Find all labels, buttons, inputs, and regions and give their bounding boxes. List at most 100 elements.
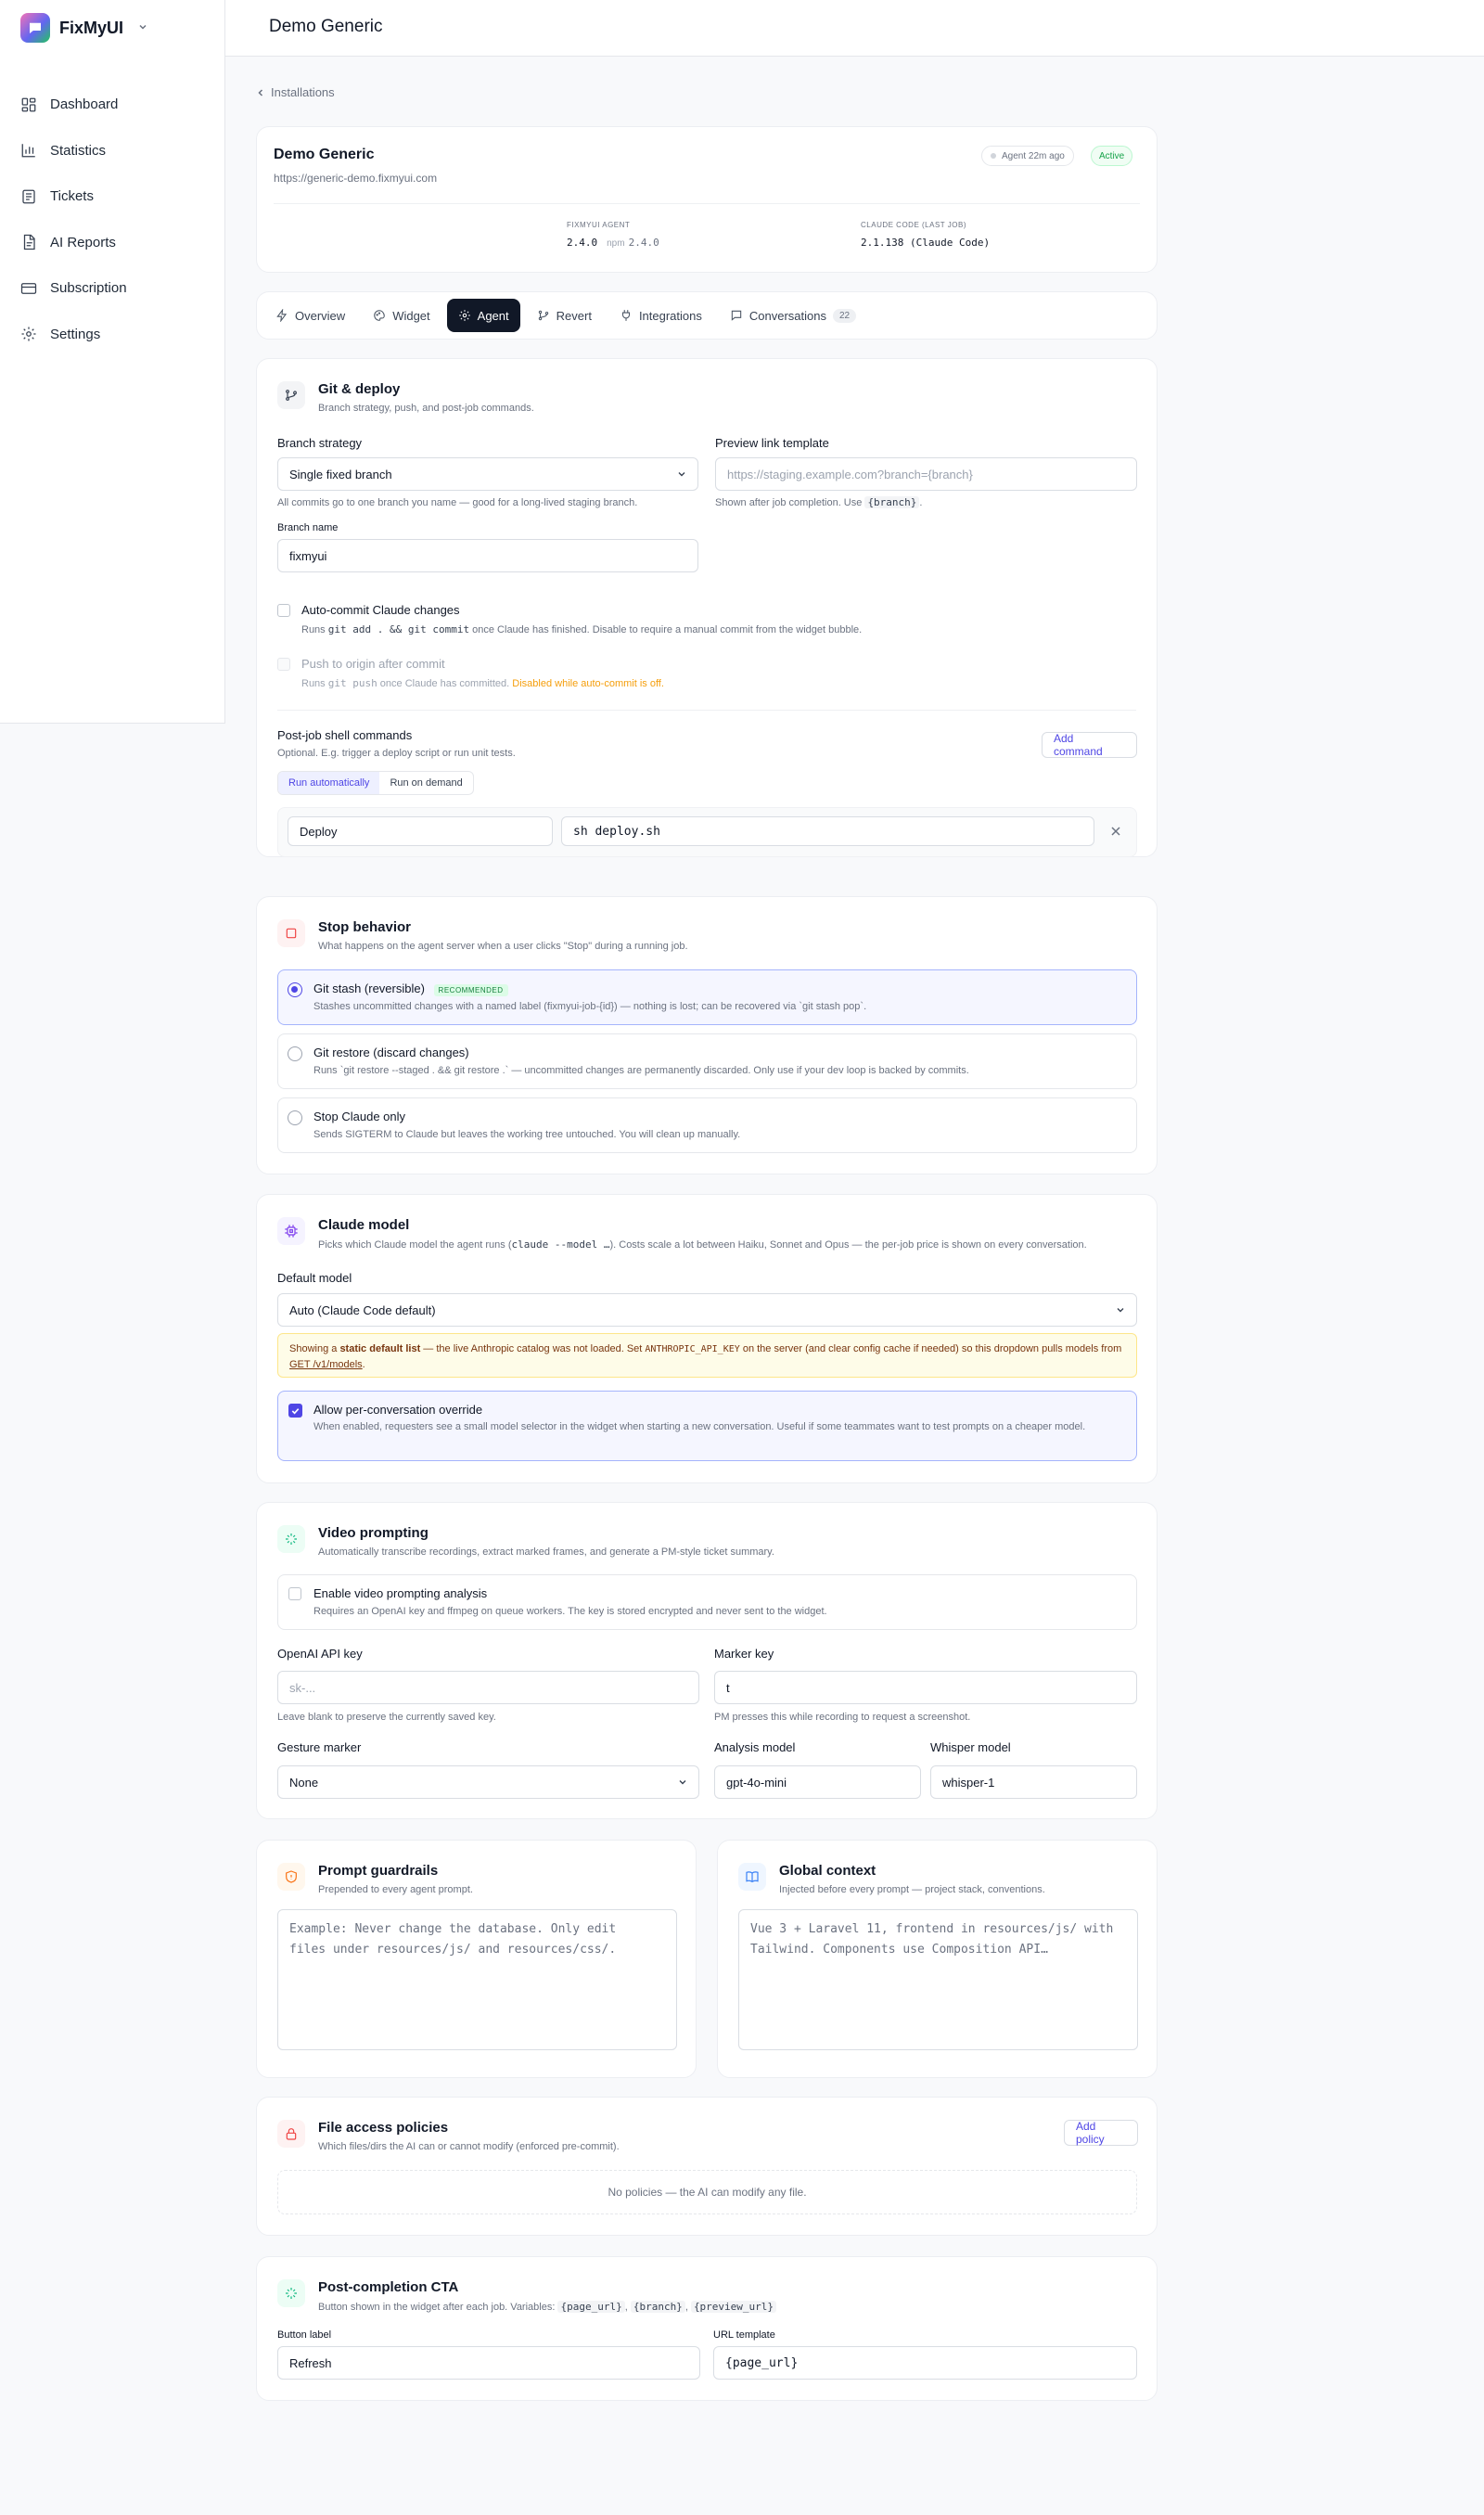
tabs-bar: Overview Widget Agent Revert Integration… [256,291,1158,340]
close-icon [1111,827,1120,836]
branch-strategy-label: Branch strategy [277,436,363,450]
analysis-model-label: Analysis model [714,1740,796,1754]
warning-text: — the live Anthropic catalog was not loa… [423,1343,643,1354]
radio-button[interactable] [288,1110,302,1125]
tab-agent[interactable]: Agent [446,299,520,332]
tab-label: Agent [477,308,509,323]
section-subtitle: What happens on the agent server when a … [318,941,688,952]
chat-icon [731,310,742,321]
report-icon [23,235,35,250]
analysis-model-input[interactable]: gpt-4o-mini [714,1765,921,1799]
agent-version-label: FIXMYUI AGENT [567,221,631,229]
auto-commit-label: Auto-commit Claude changes [301,603,460,617]
openai-key-input[interactable]: sk-... [277,1671,699,1704]
git-branch-icon [277,381,305,409]
subtitle-text: Picks which Claude model the agent runs … [318,1239,512,1251]
preview-link-input[interactable]: https://staging.example.com?branch={bran… [715,457,1137,491]
shield-icon [277,1863,305,1891]
remove-command-button[interactable] [1108,824,1123,839]
button-label-input[interactable]: Refresh [277,2346,700,2380]
select-value: Auto (Claude Code default) [289,1302,436,1317]
sidebar-item-subscription[interactable]: Subscription [20,265,206,312]
help-text: Runs [301,678,326,689]
add-command-button[interactable]: Add command [1042,732,1137,758]
branch-name-input[interactable]: fixmyui [277,539,698,572]
override-option[interactable]: Allow per-conversation override When ena… [277,1391,1137,1461]
default-model-select[interactable]: Auto (Claude Code default) [277,1293,1137,1327]
stop-option-claude-only[interactable]: Stop Claude only Sends SIGTERM to Claude… [277,1097,1137,1153]
enable-video-checkbox[interactable] [288,1587,301,1600]
guardrails-textarea[interactable]: Example: Never change the database. Only… [277,1909,677,2050]
tab-conversations[interactable]: Conversations 22 [719,299,867,332]
tab-label: Widget [392,308,430,323]
sidebar-item-ai-reports[interactable]: AI Reports [20,220,206,266]
ticket-icon [22,189,35,204]
help-text: once Claude has finished. Disable to req… [472,624,863,635]
sidebar-item-statistics[interactable]: Statistics [20,128,206,174]
section-title: Global context [779,1863,876,1879]
command-name-input[interactable]: Deploy [288,816,553,846]
sidebar-item-label: Tickets [50,188,94,205]
option-title: Git stash (reversible) RECOMMENDED [313,982,508,996]
gesture-marker-label: Gesture marker [277,1740,362,1754]
stop-option-git-stash[interactable]: Git stash (reversible) RECOMMENDED Stash… [277,969,1137,1025]
push-origin-label: Push to origin after commit [301,657,445,671]
tab-widget[interactable]: Widget [362,299,441,332]
radio-button[interactable] [288,1046,302,1061]
radio-button[interactable] [288,982,302,997]
push-origin-checkbox[interactable] [277,658,290,671]
stop-option-git-restore[interactable]: Git restore (discard changes) Runs `git … [277,1033,1137,1089]
sidebar-item-tickets[interactable]: Tickets [20,173,206,220]
page-title: Demo Generic [269,17,383,36]
chevron-down-icon [1117,1308,1124,1313]
run-on-demand-option[interactable]: Run on demand [379,772,472,794]
git-deploy-card: Git & deploy Branch strategy, push, and … [256,358,1158,857]
help-code: git add . && git commit [327,623,470,635]
sidebar-item-settings[interactable]: Settings [20,312,206,358]
models-endpoint-link[interactable]: GET /v1/models [289,1359,363,1370]
url-template-label: URL template [713,2329,775,2341]
run-mode-toggle: Run automatically Run on demand [277,771,474,795]
section-subtitle: Which files/dirs the AI can or cannot mo… [318,2141,620,2152]
sidebar-item-label: Dashboard [50,96,119,113]
gesture-marker-select[interactable]: None [277,1765,699,1799]
option-title: Git restore (discard changes) [313,1046,469,1059]
chevron-down-icon [138,21,147,34]
installation-url[interactable]: https://generic-demo.fixmyui.com [274,172,437,185]
branch-strategy-select[interactable]: Single fixed branch [277,457,698,491]
sidebar-item-dashboard[interactable]: Dashboard [20,82,206,128]
tab-overview[interactable]: Overview [264,299,356,332]
tab-revert[interactable]: Revert [526,299,603,332]
chevron-down-icon [679,1780,686,1785]
warning-bold: static default list [339,1343,421,1354]
override-checkbox[interactable] [288,1404,302,1418]
section-subtitle: Button shown in the widget after each jo… [318,2301,777,2313]
enable-video-option[interactable]: Enable video prompting analysis Requires… [277,1574,1137,1630]
global-context-textarea[interactable]: Vue 3 + Laravel 11, frontend in resource… [738,1909,1138,2050]
option-title: Stop Claude only [313,1110,406,1123]
sparkle-icon [277,2279,305,2307]
command-value-input[interactable]: sh deploy.sh [561,816,1094,846]
add-policy-button[interactable]: Add policy [1064,2120,1138,2146]
default-model-label: Default model [277,1271,352,1285]
help-code: git push [327,677,377,689]
section-title: Stop behavior [318,919,412,935]
run-automatically-option[interactable]: Run automatically [278,772,380,794]
sidebar-nav: Dashboard Statistics Tickets AI Reports … [20,82,206,357]
file-access-card: File access policies Which files/dirs th… [256,2097,1158,2236]
gear-icon [21,327,36,341]
agent-status: Agent 22m ago [981,146,1074,166]
breadcrumb-back-link[interactable]: Installations [256,85,335,99]
auto-commit-checkbox[interactable] [277,604,290,617]
chevron-down-icon [678,472,685,477]
marker-key-input[interactable]: t [714,1671,1137,1704]
section-title: Video prompting [318,1525,429,1541]
tab-integrations[interactable]: Integrations [608,299,713,332]
check-icon [291,1408,300,1415]
section-title: File access policies [318,2120,449,2136]
brand-switcher[interactable]: FixMyUI [20,13,147,43]
url-template-input[interactable]: {page_url} [713,2346,1137,2380]
section-title: Prompt guardrails [318,1863,439,1879]
whisper-model-input[interactable]: whisper-1 [930,1765,1137,1799]
override-label: Allow per-conversation override [313,1403,483,1417]
